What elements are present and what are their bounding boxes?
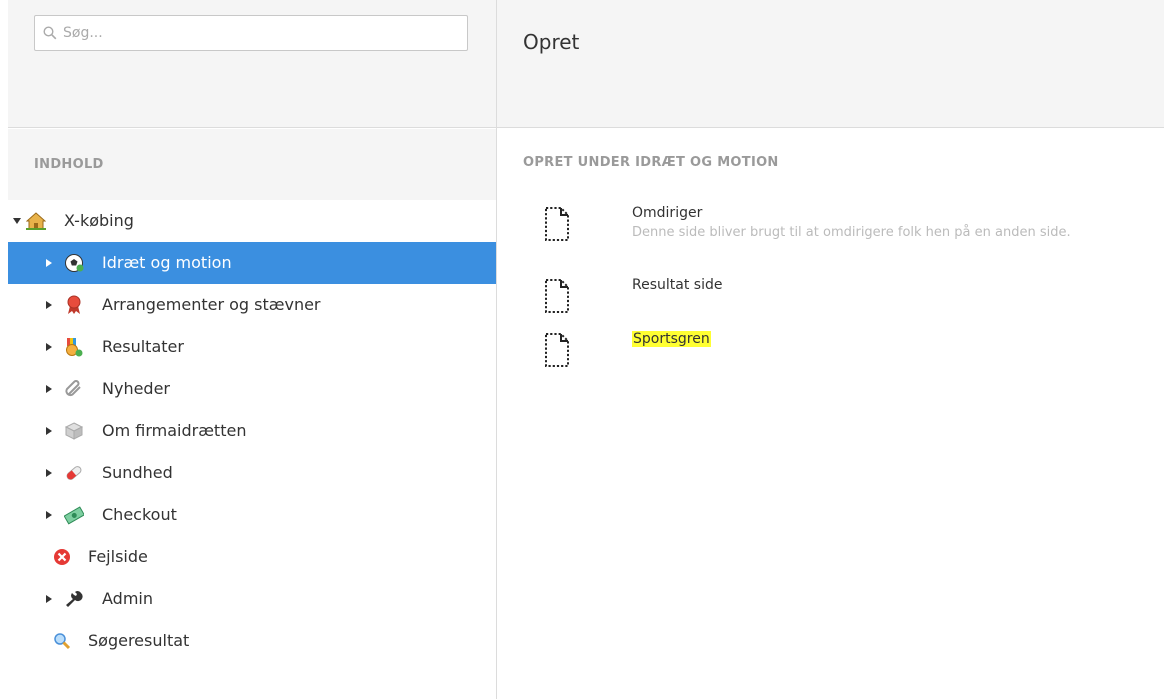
tree-item-label: Idræt og motion (102, 253, 232, 272)
caret-right-icon[interactable] (44, 594, 54, 604)
money-icon (64, 505, 84, 525)
caret-down-icon[interactable] (12, 216, 22, 226)
caret-right-icon[interactable] (44, 426, 54, 436)
caret-right-icon[interactable] (44, 384, 54, 394)
doctype-sportsgren[interactable]: Sportsgren (543, 331, 1163, 381)
search-area (8, 0, 497, 128)
content-tree: INDHOLD X-købing Idræt og motion Arrange… (8, 129, 497, 699)
search-box[interactable] (34, 15, 468, 51)
tree-item-label: Sundhed (102, 463, 173, 482)
house-icon (26, 211, 46, 231)
document-icon (545, 333, 569, 367)
tree-item-admin[interactable]: Admin (8, 578, 497, 620)
tree-item-idraet-og-motion[interactable]: Idræt og motion (8, 242, 497, 284)
document-icon (545, 279, 569, 313)
caret-right-icon[interactable] (44, 468, 54, 478)
tree-item-arrangementer[interactable]: Arrangementer og stævner (8, 284, 497, 326)
tree-item-label: Fejlside (88, 547, 148, 566)
doctype-omdiriger[interactable]: Omdiriger Denne side bliver brugt til at… (543, 205, 1163, 255)
doctype-resultat-side[interactable]: Resultat side (543, 277, 1163, 327)
tree-item-label: Checkout (102, 505, 177, 524)
search-icon (43, 26, 57, 40)
tree-item-label: Søgeresultat (88, 631, 190, 650)
error-icon (52, 547, 72, 567)
tree-item-resultater[interactable]: Resultater (8, 326, 497, 368)
tree-item-fejlside[interactable]: Fejlside (8, 536, 497, 578)
tree-item-label: Nyheder (102, 379, 170, 398)
tree-item-label: Resultater (102, 337, 184, 356)
box-icon (64, 421, 84, 441)
tree-root-x-kobing[interactable]: X-købing (8, 200, 497, 242)
caret-right-icon[interactable] (44, 342, 54, 352)
tree-item-sundhed[interactable]: Sundhed (8, 452, 497, 494)
document-icon (545, 207, 569, 241)
tree-root-label: X-købing (64, 211, 134, 230)
magnifier-icon (52, 631, 72, 651)
tree-item-label: Om firmaidrætten (102, 421, 247, 440)
tree-item-checkout[interactable]: Checkout (8, 494, 497, 536)
caret-right-icon[interactable] (44, 300, 54, 310)
create-panel: Opret OPRET UNDER IDRÆT OG MOTION Omdiri… (497, 0, 1164, 699)
tree-item-label: Admin (102, 589, 153, 608)
pill-icon (64, 463, 84, 483)
search-input[interactable] (63, 25, 443, 41)
tree-panel: INDHOLD X-købing (0, 0, 497, 699)
page-title: Opret (523, 30, 580, 54)
tree-item-label: Arrangementer og stævner (102, 295, 321, 314)
wrench-icon (64, 589, 84, 609)
soccer-ball-icon (64, 253, 84, 273)
caret-right-icon[interactable] (44, 510, 54, 520)
create-header: Opret (497, 0, 1164, 128)
tree-section-header: INDHOLD (8, 129, 497, 200)
doctype-name: Omdiriger (632, 205, 703, 221)
doctype-name: Sportsgren (632, 331, 711, 347)
doctype-name: Resultat side (632, 277, 723, 293)
tree-item-nyheder[interactable]: Nyheder (8, 368, 497, 410)
tree-item-om-firmaidraetten[interactable]: Om firmaidrætten (8, 410, 497, 452)
caret-right-icon[interactable] (44, 258, 54, 268)
doctype-description: Denne side bliver brugt til at omdiriger… (632, 225, 1071, 240)
section-title: OPRET UNDER IDRÆT OG MOTION (523, 155, 779, 170)
medal-icon (64, 337, 84, 357)
tree-item-sogeresultat[interactable]: Søgeresultat (8, 620, 497, 662)
ribbon-award-icon (64, 295, 84, 315)
paperclip-icon (64, 379, 84, 399)
